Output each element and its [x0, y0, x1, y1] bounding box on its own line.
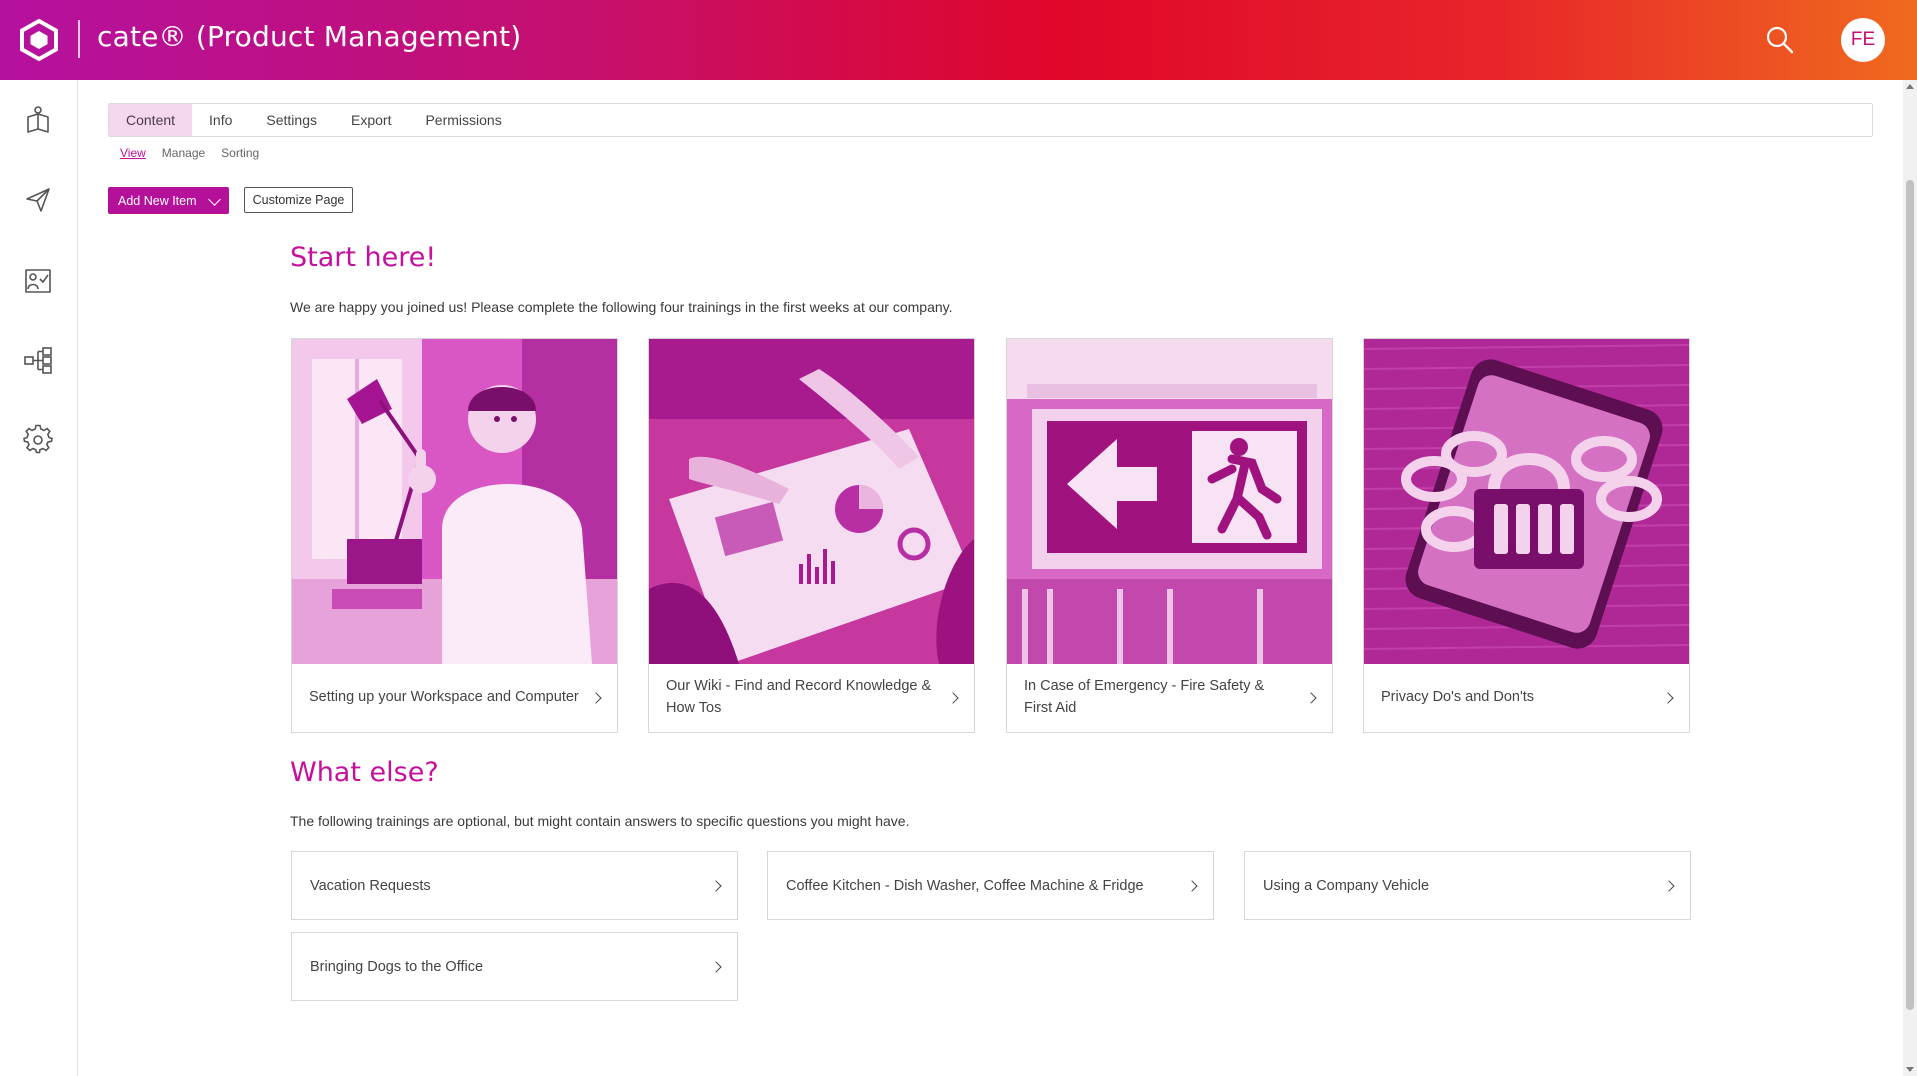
tile-label: Bringing Dogs to the Office — [310, 958, 484, 975]
chevron-right-icon — [1305, 692, 1317, 704]
tile-label: Coffee Kitchen - Dish Washer, Coffee Mac… — [786, 877, 1144, 894]
optional-training-tile[interactable]: Vacation Requests — [291, 851, 738, 920]
tab-content[interactable]: Content — [109, 104, 193, 136]
chevron-right-icon — [590, 692, 602, 704]
scrollbar-thumb[interactable] — [1906, 180, 1914, 1010]
top-bar: cate® (Product Management) FE — [0, 0, 1917, 80]
user-avatar[interactable]: FE — [1841, 18, 1885, 62]
optional-training-tile[interactable]: Bringing Dogs to the Office — [291, 932, 738, 1001]
chevron-down-icon — [208, 193, 221, 206]
cate-logo-icon[interactable] — [18, 18, 60, 62]
card-label: Our Wiki - Find and Record Knowledge & H… — [666, 678, 932, 716]
customize-page-button[interactable]: Customize Page — [244, 187, 353, 213]
app-title: cate® (Product Management) — [97, 20, 522, 53]
emergency-exit-photo — [1007, 339, 1332, 664]
card-footer: Our Wiki - Find and Record Knowledge & H… — [649, 664, 974, 732]
card-label: Setting up your Workspace and Computer — [309, 689, 579, 706]
assignments-icon[interactable] — [22, 264, 54, 296]
card-footer: In Case of Emergency - Fire Safety & Fir… — [1007, 664, 1332, 732]
header-divider — [78, 20, 80, 58]
scroll-down-arrow-icon[interactable] — [1906, 1067, 1914, 1072]
chevron-right-icon — [1662, 692, 1674, 704]
chevron-right-icon — [947, 692, 959, 704]
tab-export[interactable]: Export — [334, 104, 408, 136]
sub-tabs: View Manage Sorting — [120, 146, 259, 160]
add-new-item-button[interactable]: Add New Item — [108, 187, 229, 214]
subtab-manage[interactable]: Manage — [162, 146, 205, 160]
card-footer: Privacy Do's and Don'ts — [1364, 664, 1689, 732]
subtab-sorting[interactable]: Sorting — [221, 146, 259, 160]
tab-info[interactable]: Info — [192, 104, 249, 136]
training-card[interactable]: In Case of Emergency - Fire Safety & Fir… — [1006, 338, 1333, 733]
main-tabs: Content Info Settings Export Permissions — [108, 103, 1873, 137]
chevron-right-icon — [1663, 880, 1675, 892]
optional-section-intro: The following trainings are optional, bu… — [290, 813, 910, 829]
scroll-up-arrow-icon[interactable] — [1906, 84, 1914, 89]
training-card[interactable]: Privacy Do's and Don'ts — [1363, 338, 1690, 733]
tab-permissions[interactable]: Permissions — [408, 104, 518, 136]
chevron-right-icon — [1186, 880, 1198, 892]
optional-training-tile[interactable]: Coffee Kitchen - Dish Washer, Coffee Mac… — [767, 851, 1214, 920]
gear-icon[interactable] — [22, 424, 54, 456]
chevron-right-icon — [710, 961, 722, 973]
privacy-padlock-photo — [1364, 339, 1689, 664]
card-label: In Case of Emergency - Fire Safety & Fir… — [1024, 678, 1265, 716]
tile-label: Vacation Requests — [310, 877, 431, 894]
optional-training-tile[interactable]: Using a Company Vehicle — [1244, 851, 1691, 920]
workspace-photo — [292, 339, 617, 664]
chevron-right-icon — [710, 880, 722, 892]
courses-icon[interactable] — [22, 104, 54, 136]
sidebar — [0, 80, 78, 1076]
send-icon[interactable] — [22, 184, 54, 216]
page-scrollbar[interactable] — [1903, 80, 1917, 1076]
training-card[interactable]: Our Wiki - Find and Record Knowledge & H… — [648, 338, 975, 733]
card-label: Privacy Do's and Don'ts — [1381, 689, 1535, 706]
structure-icon[interactable] — [22, 344, 54, 376]
tile-label: Using a Company Vehicle — [1263, 877, 1430, 894]
subtab-view[interactable]: View — [120, 146, 146, 160]
start-section-intro: We are happy you joined us! Please compl… — [290, 299, 953, 315]
start-section-title: Start here! — [290, 242, 437, 273]
card-footer: Setting up your Workspace and Computer — [292, 664, 617, 732]
tab-settings[interactable]: Settings — [249, 104, 334, 136]
add-new-item-label: Add New Item — [118, 193, 197, 208]
wiki-photo — [649, 339, 974, 664]
search-icon[interactable] — [1764, 24, 1796, 56]
training-card[interactable]: Setting up your Workspace and Computer — [291, 338, 618, 733]
optional-section-title: What else? — [290, 757, 439, 788]
